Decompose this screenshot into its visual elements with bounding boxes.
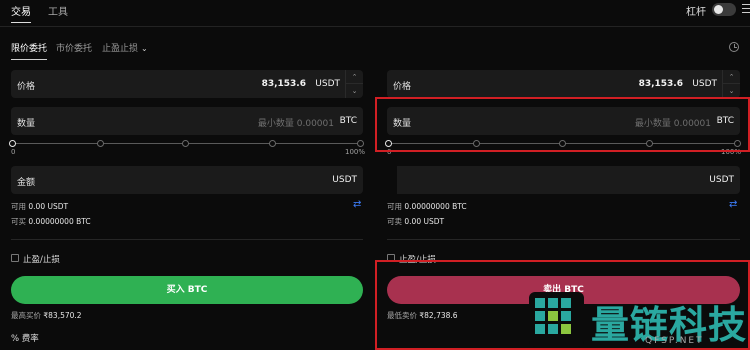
toggle-knob xyxy=(714,5,723,14)
buy-price-value: 83,153.6 xyxy=(261,79,306,89)
sell-price-field[interactable]: 价格 83,153.6 USDT ⌃ ⌄ xyxy=(387,70,740,98)
swap-icon[interactable]: ⇄ xyxy=(353,199,361,210)
buy-amount-placeholder: 最小数量 0.00001 xyxy=(257,119,334,129)
clock-icon[interactable] xyxy=(729,42,739,52)
stepper-up-icon[interactable]: ⌃ xyxy=(723,70,740,84)
slider-node-25[interactable] xyxy=(97,140,104,147)
top-divider xyxy=(0,26,750,27)
buy-best-price-label: 最高买价 xyxy=(11,311,41,320)
buy-available-value: 0.00 USDT xyxy=(28,202,69,211)
fee-rate[interactable]: % 费率 xyxy=(11,332,39,344)
buy-amount-slider[interactable]: 0 100% xyxy=(9,137,365,156)
buy-buyable-label: 可买 xyxy=(11,217,26,226)
order-type-tpsl-label: 止盈止损 xyxy=(102,44,139,54)
sell-total-field[interactable]: USDT xyxy=(387,166,740,194)
slider-min-label: 0 xyxy=(11,148,16,156)
sell-separator xyxy=(387,239,740,240)
buy-best-price: 最高买价 ₹83,570.2 xyxy=(11,310,82,321)
leverage-label: 杠杆 xyxy=(686,7,706,18)
watermark-sub: QFSP.NET xyxy=(645,336,704,346)
buy-price-label: 价格 xyxy=(17,82,36,92)
watermark: 量链科技 QFSP.NET xyxy=(527,290,750,350)
sell-price-stepper[interactable]: ⌃ ⌄ xyxy=(722,70,740,98)
buy-total-label: 金额 xyxy=(17,178,36,188)
sell-price-unit: USDT xyxy=(692,79,717,89)
watermark-logo-icon xyxy=(529,292,584,347)
order-type-tpsl[interactable]: 止盈止损 ⌄ xyxy=(102,41,148,54)
sell-price-value: 83,153.6 xyxy=(638,79,683,89)
buy-amount-label: 数量 xyxy=(17,119,36,129)
buy-buyable-value: 0.00000000 BTC xyxy=(28,217,91,226)
percent-icon: % xyxy=(11,334,20,344)
stepper-down-icon[interactable]: ⌄ xyxy=(723,84,740,98)
buy-button[interactable]: 买入 BTC xyxy=(11,276,363,304)
buy-available-label: 可用 xyxy=(11,202,26,211)
slider-node-50[interactable] xyxy=(182,140,189,147)
menu-icon[interactable] xyxy=(742,4,750,13)
leverage-toggle[interactable] xyxy=(712,3,736,16)
sell-available: 可用 0.00000000 BTC xyxy=(387,201,467,212)
swap-icon[interactable]: ⇄ xyxy=(729,199,737,210)
tab-trade[interactable]: 交易 xyxy=(11,3,31,23)
order-type-limit[interactable]: 限价委托 xyxy=(11,41,48,60)
buy-best-price-value: ₹83,570.2 xyxy=(43,311,82,320)
slider-node-100[interactable] xyxy=(357,140,364,147)
buy-total-field[interactable]: 金额 USDT xyxy=(11,166,363,194)
sell-available-value: 0.00000000 BTC xyxy=(404,202,467,211)
sell-available-label: 可用 xyxy=(387,202,402,211)
buy-available: 可用 0.00 USDT xyxy=(11,201,68,212)
amount-highlight-box xyxy=(375,97,750,152)
chevron-down-icon: ⌄ xyxy=(141,44,148,53)
fee-label: 费率 xyxy=(21,334,39,344)
buy-tpsl-label: 止盈/止损 xyxy=(23,255,60,265)
sell-sellable-label: 可卖 xyxy=(387,217,402,226)
buy-amount-field[interactable]: 数量 最小数量 0.00001 BTC xyxy=(11,107,363,135)
buy-price-unit: USDT xyxy=(315,79,340,89)
slider-node-0[interactable] xyxy=(9,140,16,147)
buy-tpsl-checkbox[interactable] xyxy=(11,254,19,262)
buy-buyable: 可买 0.00000000 BTC xyxy=(11,216,91,227)
slider-max-label: 100% xyxy=(344,148,365,156)
stepper-down-icon[interactable]: ⌄ xyxy=(346,84,363,98)
stepper-up-icon[interactable]: ⌃ xyxy=(346,70,363,84)
field-edge-mask xyxy=(387,166,397,194)
order-type-market[interactable]: 市价委托 xyxy=(56,41,92,54)
buy-separator xyxy=(11,239,363,240)
slider-node-75[interactable] xyxy=(269,140,276,147)
buy-price-stepper[interactable]: ⌃ ⌄ xyxy=(345,70,363,98)
sell-sellable: 可卖 0.00 USDT xyxy=(387,216,444,227)
sell-sellable-value: 0.00 USDT xyxy=(404,217,445,226)
buy-price-field[interactable]: 价格 83,153.6 USDT ⌃ ⌄ xyxy=(11,70,363,98)
buy-amount-unit: BTC xyxy=(339,116,357,126)
tab-tools[interactable]: 工具 xyxy=(48,3,68,18)
sell-total-unit: USDT xyxy=(709,175,734,185)
buy-total-unit: USDT xyxy=(332,175,357,185)
top-bar: 交易 工具 杠杆 xyxy=(0,0,750,23)
sell-price-label: 价格 xyxy=(393,82,412,92)
